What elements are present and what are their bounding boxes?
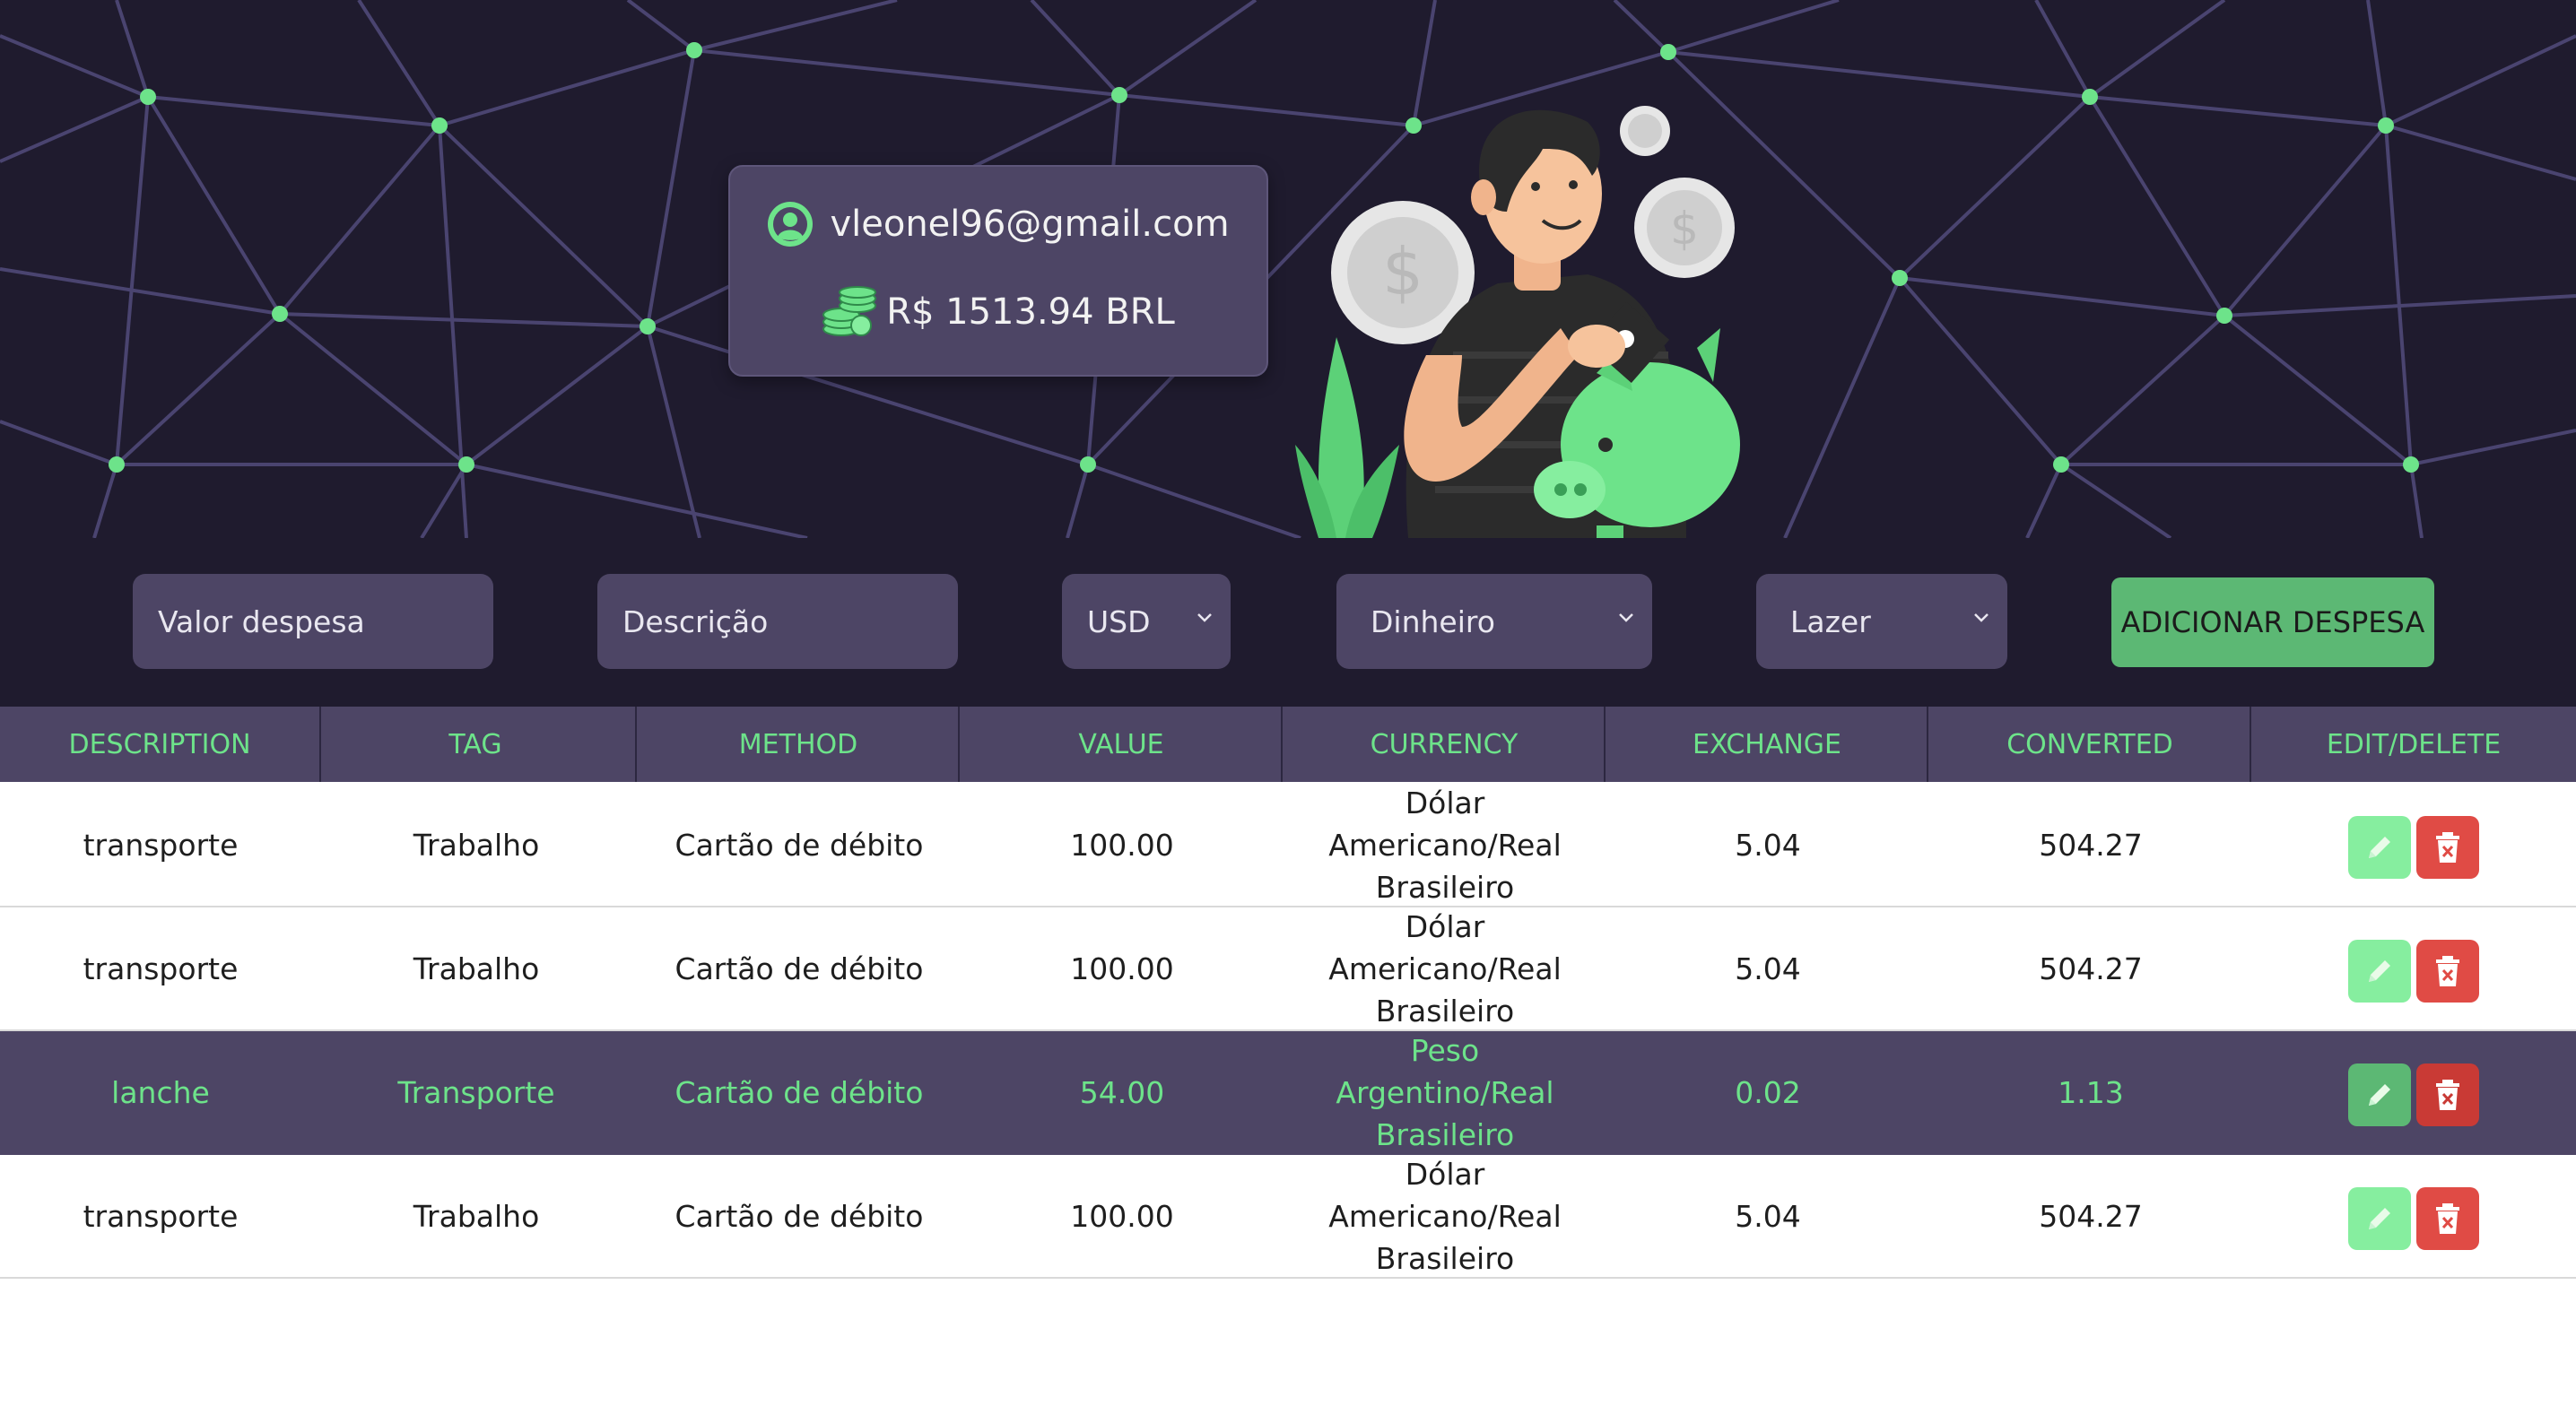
cell-tag: Trabalho	[413, 951, 540, 986]
table-row: transporte Trabalho Cartão de débito 100…	[0, 784, 2576, 907]
trash-icon	[2436, 1080, 2459, 1110]
svg-text:$: $	[1382, 234, 1423, 309]
cell-description: transporte	[83, 1198, 239, 1234]
column-header-value: VALUE	[962, 707, 1283, 782]
network-background	[0, 0, 2576, 538]
total-expenses: R$ 1513.94 BRL	[886, 291, 1175, 333]
edit-button[interactable]	[2348, 1063, 2411, 1126]
pencil-icon	[2369, 837, 2390, 858]
delete-button[interactable]	[2416, 1063, 2479, 1126]
edit-button[interactable]	[2348, 816, 2411, 879]
method-select[interactable]: Dinheiro	[1336, 574, 1652, 669]
trash-icon	[2436, 832, 2459, 863]
cell-exchange: 5.04	[1735, 827, 1801, 863]
email-row: vleonel96@gmail.com	[730, 197, 1266, 251]
cell-converted: 504.27	[2039, 827, 2143, 863]
column-header-exchange: EXCHANGE	[1607, 707, 1928, 782]
column-header-tag: TAG	[316, 707, 637, 782]
cell-currency: Peso Argentino/Real Brasileiro	[1336, 1032, 1554, 1152]
cell-method: Cartão de débito	[674, 951, 924, 986]
pencil-icon	[2369, 960, 2390, 982]
coins-icon	[822, 286, 877, 336]
edit-button[interactable]	[2348, 1187, 2411, 1250]
chevron-down-icon	[1197, 613, 1212, 622]
cell-exchange: 5.04	[1735, 951, 1801, 986]
column-header-description: DESCRIPTION	[0, 707, 321, 782]
cell-description: transporte	[83, 951, 239, 986]
table-row: transporte Trabalho Cartão de débito 100…	[0, 907, 2576, 1031]
cell-exchange: 0.02	[1735, 1074, 1801, 1110]
cell-currency: Dólar Americano/Real Brasileiro	[1328, 908, 1562, 1029]
cell-method: Cartão de débito	[674, 827, 924, 863]
column-header-method: METHOD	[639, 707, 960, 782]
cell-method: Cartão de débito	[674, 1198, 924, 1234]
user-card: vleonel96@gmail.com R$ 1513.94 BRL	[728, 165, 1268, 377]
cell-value: 54.00	[1079, 1074, 1165, 1110]
cell-currency: Dólar Americano/Real Brasileiro	[1328, 1156, 1562, 1276]
delete-button[interactable]	[2416, 816, 2479, 879]
cell-tag: Trabalho	[413, 827, 540, 863]
tag-select[interactable]: Lazer	[1756, 574, 2007, 669]
pencil-icon	[2369, 1208, 2390, 1229]
method-select-value: Dinheiro	[1371, 603, 1495, 639]
expenses-table-header: DESCRIPTION TAG METHOD VALUE CURRENCY EX…	[0, 707, 2576, 782]
description-input[interactable]: Descrição	[597, 574, 958, 669]
cell-value: 100.00	[1070, 1198, 1174, 1234]
expense-form: Valor despesa Descrição USD Dinheiro Laz…	[0, 538, 2576, 707]
table-row-highlighted: lanche Transporte Cartão de débito 54.00…	[0, 1031, 2576, 1155]
total-row: R$ 1513.94 BRL	[730, 283, 1266, 341]
table-row: transporte Trabalho Cartão de débito 100…	[0, 1155, 2576, 1279]
cell-tag: Trabalho	[413, 1198, 540, 1234]
add-expense-button[interactable]: ADICIONAR DESPESA	[2111, 577, 2434, 667]
value-input-placeholder: Valor despesa	[158, 603, 365, 639]
cell-method: Cartão de débito	[674, 1074, 924, 1110]
tag-select-value: Lazer	[1790, 603, 1871, 639]
cell-value: 100.00	[1070, 827, 1174, 863]
svg-text:$: $	[1670, 203, 1699, 255]
pencil-icon	[2369, 1084, 2390, 1106]
cell-description: transporte	[83, 827, 239, 863]
column-header-edit-delete: EDIT/DELETE	[2326, 728, 2502, 760]
cell-converted: 504.27	[2039, 951, 2143, 986]
cell-tag: Transporte	[397, 1074, 555, 1110]
delete-button[interactable]	[2416, 940, 2479, 1003]
cell-converted: 1.13	[2058, 1074, 2124, 1110]
trash-icon	[2436, 1203, 2459, 1234]
user-icon	[768, 202, 814, 247]
cell-value: 100.00	[1070, 951, 1174, 986]
cell-description: lanche	[111, 1074, 210, 1110]
cell-converted: 504.27	[2039, 1198, 2143, 1234]
chevron-down-icon	[1974, 613, 1989, 622]
edit-button[interactable]	[2348, 940, 2411, 1003]
currency-select[interactable]: USD	[1062, 574, 1231, 669]
description-input-placeholder: Descrição	[622, 603, 769, 639]
chevron-down-icon	[1619, 613, 1633, 622]
currency-select-value: USD	[1087, 603, 1151, 639]
column-header-converted: CONVERTED	[1930, 707, 2251, 782]
delete-button[interactable]	[2416, 1187, 2479, 1250]
user-email: vleonel96@gmail.com	[830, 204, 1230, 245]
cell-exchange: 5.04	[1735, 1198, 1801, 1234]
value-input[interactable]: Valor despesa	[133, 574, 493, 669]
trash-icon	[2436, 956, 2459, 986]
column-header-currency: CURRENCY	[1284, 707, 1606, 782]
cell-currency: Dólar Americano/Real Brasileiro	[1328, 785, 1562, 905]
man-with-piggy-bank-illustration: $ $	[1295, 106, 1740, 538]
header-banner: $ $ vleonel96@gmail.com R$ 1513.94 BRL	[0, 0, 2576, 538]
